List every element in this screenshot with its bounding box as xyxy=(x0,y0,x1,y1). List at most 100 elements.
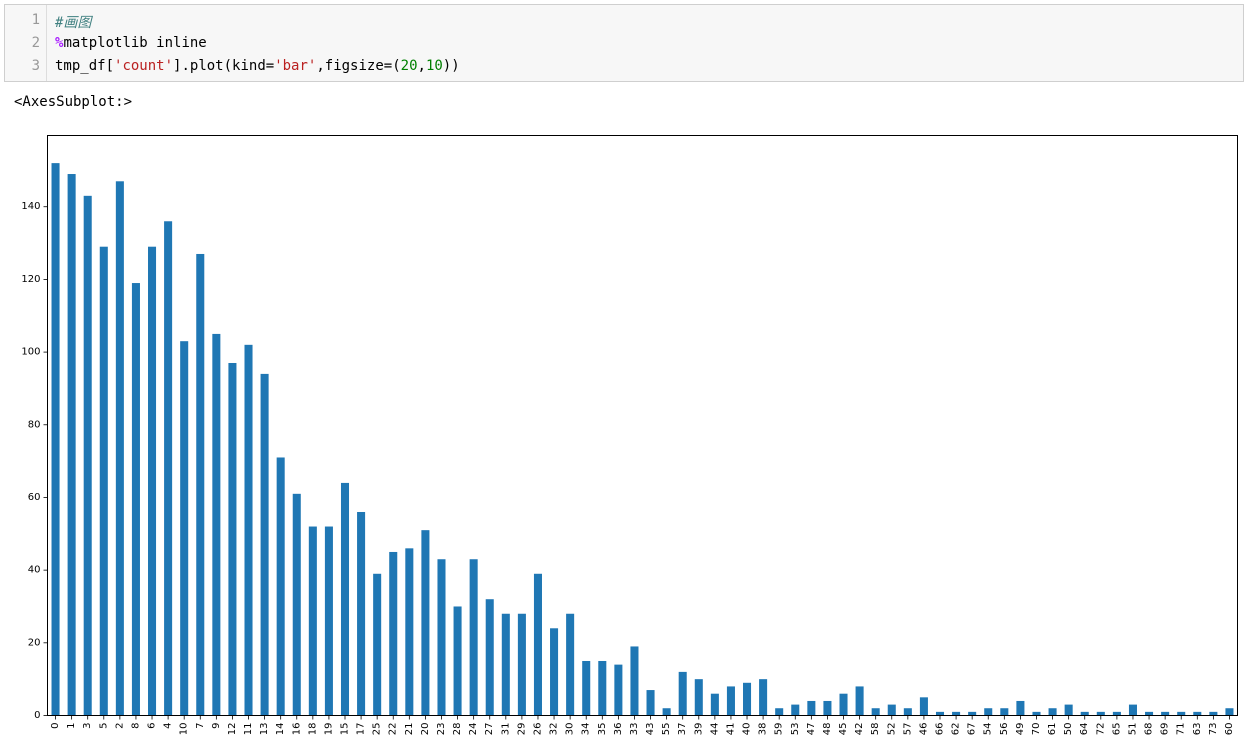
bar-37 xyxy=(678,671,687,716)
x-tick-label: 19 xyxy=(323,723,334,736)
bar-19 xyxy=(324,526,333,716)
x-tick-label: 70 xyxy=(1031,723,1042,736)
x-tick-label: 62 xyxy=(951,723,962,736)
bar-69 xyxy=(1161,711,1170,716)
bar-43 xyxy=(646,690,655,716)
bar-17 xyxy=(357,511,366,716)
bar-52 xyxy=(887,704,896,716)
bar-65 xyxy=(1112,711,1121,716)
bar-35 xyxy=(598,660,607,716)
bar-13 xyxy=(260,373,269,716)
bar-62 xyxy=(952,711,961,716)
x-tick-label: 65 xyxy=(1111,723,1122,736)
x-tick-label: 71 xyxy=(1176,723,1187,736)
x-tick-label: 33 xyxy=(629,723,640,736)
x-tick-label: 16 xyxy=(291,723,302,736)
x-tick-label: 73 xyxy=(1208,723,1219,736)
x-tick-label: 39 xyxy=(693,723,704,736)
bar-15 xyxy=(340,482,350,716)
x-tick-label: 43 xyxy=(645,723,656,736)
bar-9 xyxy=(212,333,221,716)
bar-30 xyxy=(566,613,575,716)
x-tick-label: 17 xyxy=(356,723,367,736)
bar-39 xyxy=(694,679,703,716)
bar-3 xyxy=(83,195,92,716)
bar-25 xyxy=(373,573,382,716)
x-tick-label: 55 xyxy=(661,723,672,736)
x-tick-label: 54 xyxy=(983,723,994,736)
x-tick-label: 67 xyxy=(967,723,978,736)
x-tick-label: 26 xyxy=(532,723,543,736)
bar-27 xyxy=(485,599,494,716)
bar-21 xyxy=(405,548,414,716)
x-tick-label: 8 xyxy=(130,723,141,729)
x-tick-label: 48 xyxy=(822,723,833,736)
bar-45 xyxy=(839,693,848,716)
x-tick-label: 40 xyxy=(742,723,753,736)
bar-64 xyxy=(1080,711,1089,716)
x-tick-label: 2 xyxy=(114,723,125,729)
bar-5 xyxy=(99,246,108,716)
x-tick-label: 15 xyxy=(340,723,351,736)
bar-46 xyxy=(919,697,928,716)
bar-10 xyxy=(180,341,189,716)
bar-23 xyxy=(437,559,446,716)
bar-53 xyxy=(791,704,800,716)
x-tick-label: 68 xyxy=(1144,723,1155,736)
bar-57 xyxy=(903,708,912,716)
bar-40 xyxy=(743,682,752,716)
y-tick-label: 20 xyxy=(28,637,41,648)
x-tick-label: 27 xyxy=(484,723,495,736)
x-axis: 0 1 3 5 2 8 6 4 10 7 9 12 11 13 14 16 18 19 15 17 25 22 21 20 23… xyxy=(50,715,1235,736)
bar-73 xyxy=(1209,711,1218,716)
x-tick-label: 3 xyxy=(82,723,93,729)
x-tick-label: 56 xyxy=(999,723,1010,736)
bar-71 xyxy=(1177,711,1186,716)
x-tick-label: 9 xyxy=(211,723,222,729)
bar-66 xyxy=(935,711,945,716)
x-tick-label: 1 xyxy=(66,723,77,729)
y-tick-label: 80 xyxy=(28,419,41,430)
x-tick-label: 57 xyxy=(902,723,913,736)
x-tick-label: 69 xyxy=(1160,723,1171,736)
bar-58 xyxy=(871,708,880,716)
bar-56 xyxy=(1000,708,1009,716)
bar-1 xyxy=(67,174,76,716)
x-tick-label: 42 xyxy=(854,723,865,736)
x-tick-label: 12 xyxy=(227,723,238,736)
x-tick-label: 25 xyxy=(372,723,383,736)
x-tick-label: 32 xyxy=(549,723,560,736)
y-tick-label: 60 xyxy=(28,492,41,503)
bar-50 xyxy=(1064,704,1073,716)
bar-0 xyxy=(51,163,60,716)
y-tick-label: 100 xyxy=(21,347,40,358)
bar-24 xyxy=(469,559,478,716)
bar-8 xyxy=(131,283,140,716)
x-tick-label: 50 xyxy=(1063,723,1074,736)
bars-layer xyxy=(51,163,1234,716)
x-tick-label: 64 xyxy=(1079,723,1090,736)
bar-33 xyxy=(630,646,639,716)
bar-7 xyxy=(196,253,205,716)
bar-31 xyxy=(501,613,510,716)
bar-60 xyxy=(1225,708,1234,716)
x-tick-label: 41 xyxy=(725,723,736,736)
x-tick-label: 30 xyxy=(565,723,576,736)
bar-16 xyxy=(292,493,301,716)
bar-32 xyxy=(550,628,559,716)
y-tick-label: 40 xyxy=(28,565,41,576)
x-tick-label: 7 xyxy=(195,723,206,729)
x-tick-label: 36 xyxy=(613,723,624,736)
x-tick-label: 37 xyxy=(677,723,688,736)
bar-55 xyxy=(662,708,671,716)
x-tick-label: 22 xyxy=(388,723,399,736)
bar-72 xyxy=(1096,711,1105,716)
x-tick-label: 53 xyxy=(790,723,801,736)
bar-68 xyxy=(1145,711,1154,716)
bar-48 xyxy=(823,700,832,716)
bar-41 xyxy=(726,686,735,716)
bar-20 xyxy=(421,530,430,716)
bar-44 xyxy=(710,693,719,716)
bar-70 xyxy=(1032,711,1041,716)
x-tick-label: 13 xyxy=(259,723,270,736)
